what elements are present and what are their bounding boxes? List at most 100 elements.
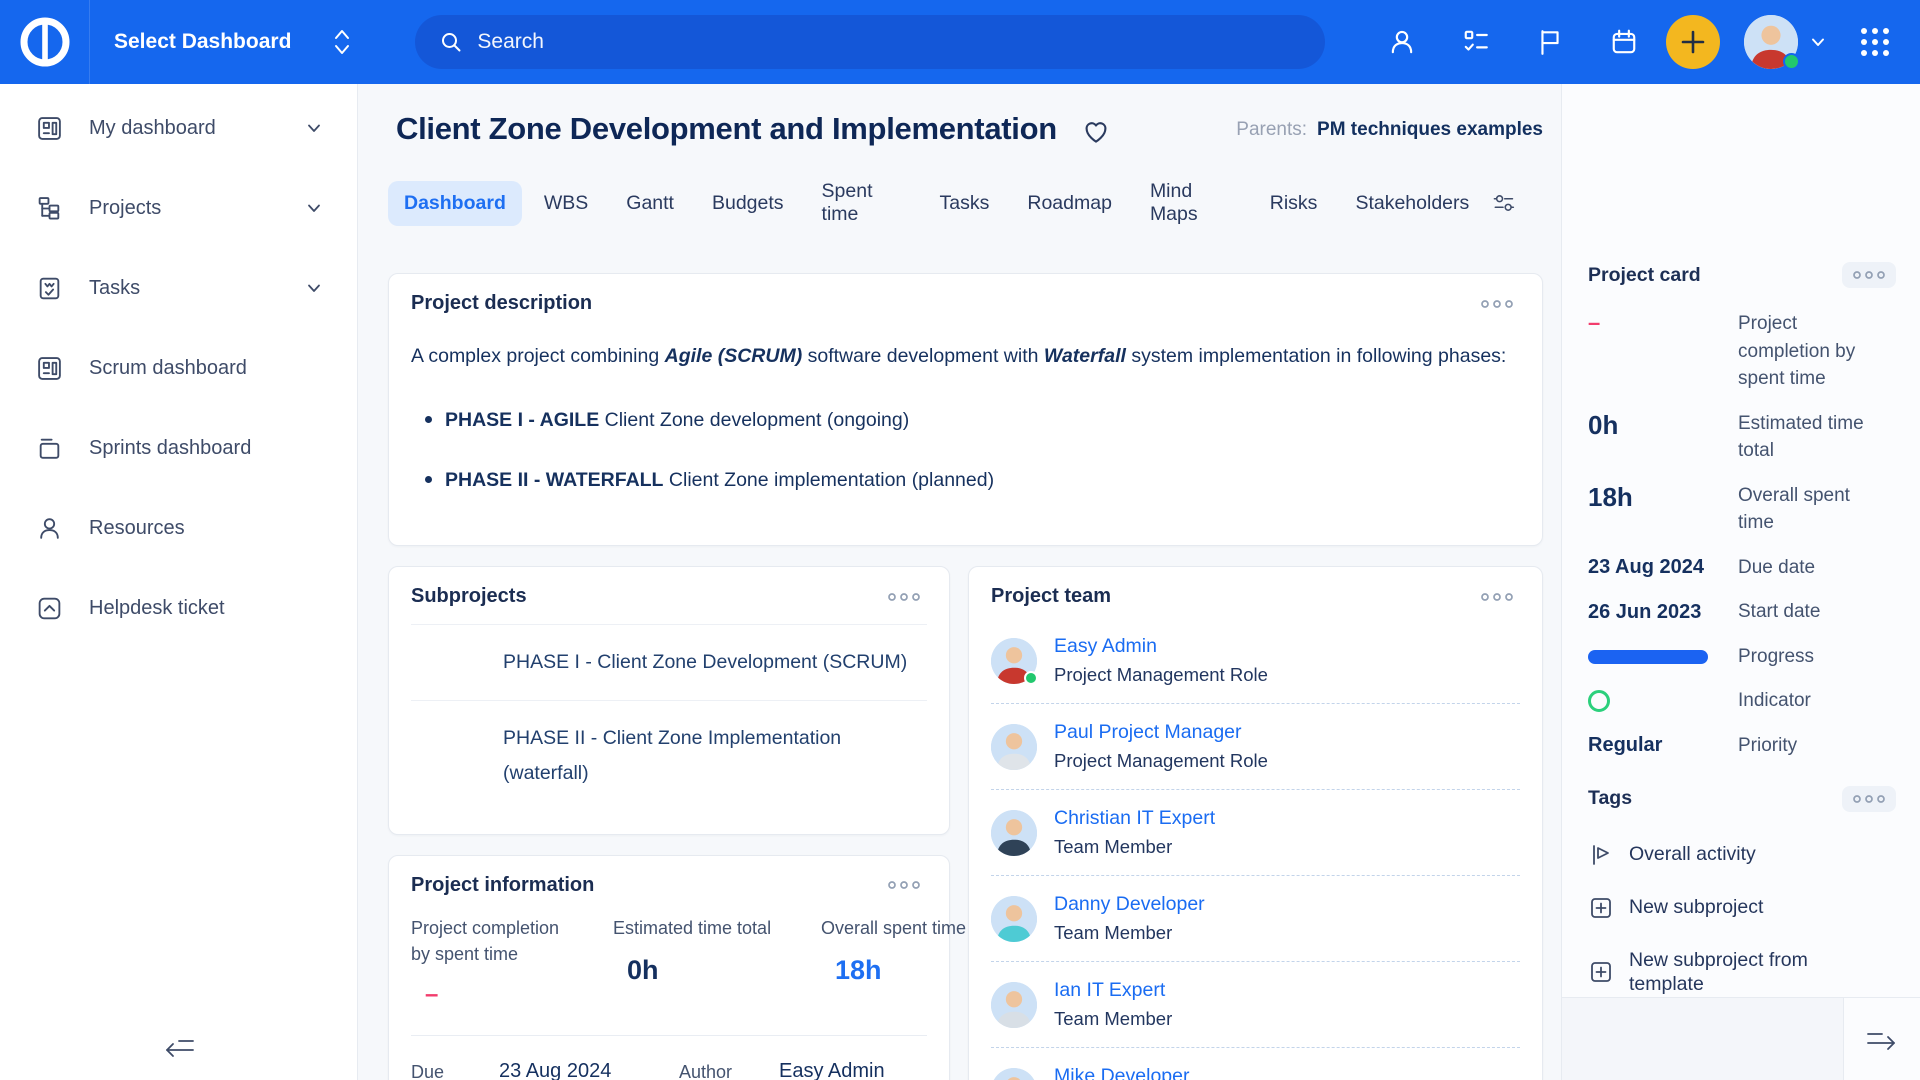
indicator-circle (1588, 690, 1610, 712)
projects-hierarchy-icon (36, 195, 63, 222)
row-label: Progress (1738, 643, 1870, 671)
dashboard-selector[interactable]: Select Dashboard (114, 27, 353, 57)
tasks-checklist-icon[interactable] (1462, 28, 1490, 56)
member-name-link[interactable]: Paul Project Manager (1054, 721, 1268, 744)
stat-label: Project completion by spent time (411, 915, 583, 967)
panel-footer (1562, 997, 1920, 1080)
team-member-row: Easy Admin Project Management Role (991, 618, 1520, 704)
priority-value: Regular (1588, 734, 1738, 757)
sidebar-item-sprints-dashboard[interactable]: Sprints dashboard (0, 408, 357, 488)
team-member-row: Mike Developer Team Member (991, 1048, 1520, 1080)
action-new-subproject-from-template[interactable]: New subproject from template (1588, 948, 1896, 997)
subproject-link[interactable]: PHASE II - Client Zone Implementation (w… (411, 700, 927, 811)
page-settings-sliders-icon[interactable] (1491, 188, 1517, 218)
tab-dashboard[interactable]: Dashboard (388, 181, 522, 226)
page-header: Client Zone Development and Implementati… (388, 111, 1543, 147)
current-user-avatar[interactable] (1744, 15, 1798, 69)
project-information-card: Project information Project completion b… (388, 855, 950, 1080)
tab-mind-maps[interactable]: Mind Maps (1134, 169, 1248, 237)
panel-menu-icon[interactable] (1842, 262, 1896, 288)
phase-item: PHASE II - WATERFALL Client Zone impleme… (411, 463, 1520, 497)
member-avatar[interactable] (991, 810, 1037, 856)
sidebar-item-tasks[interactable]: Tasks (0, 248, 357, 328)
chevron-down-icon[interactable] (305, 199, 323, 217)
search-placeholder: Search (477, 30, 544, 54)
parents-link[interactable]: PM techniques examples (1317, 119, 1543, 141)
app-logo[interactable] (0, 0, 90, 84)
parents-label: Parents: (1236, 119, 1307, 141)
card-menu-icon[interactable] (881, 874, 927, 896)
tab-roadmap[interactable]: Roadmap (1011, 181, 1128, 226)
stat-label: Overall spent time (821, 915, 979, 941)
member-avatar[interactable] (991, 1068, 1037, 1080)
sidebar-item-resources[interactable]: Resources (0, 488, 357, 568)
card-title: Subprojects (411, 585, 527, 608)
team-member-row: Ian IT Expert Team Member (991, 962, 1520, 1048)
team-list: Easy Admin Project Management Role Paul … (991, 618, 1520, 1080)
member-role: Team Member (1054, 836, 1215, 858)
tab-risks[interactable]: Risks (1254, 181, 1334, 226)
sidebar-item-label: Tasks (89, 277, 140, 300)
sidebar-item-helpdesk-ticket[interactable]: Helpdesk ticket (0, 568, 357, 648)
chevron-down-icon[interactable] (305, 119, 323, 137)
breadcrumb: Parents: PM techniques examples (1236, 119, 1543, 141)
panel-row-estimated: 0h Estimated time total (1588, 410, 1896, 465)
action-label: New subproject (1629, 895, 1763, 919)
panel-row-indicator: Indicator (1588, 687, 1896, 715)
action-new-subproject[interactable]: New subproject (1588, 895, 1896, 921)
topbar-icons (1388, 28, 1638, 56)
create-new-button[interactable] (1666, 15, 1720, 69)
tab-stakeholders[interactable]: Stakeholders (1339, 181, 1485, 226)
member-avatar[interactable] (991, 982, 1037, 1028)
tab-tasks[interactable]: Tasks (924, 181, 1006, 226)
sidebar-item-projects[interactable]: Projects (0, 168, 357, 248)
stat-value-completion: – (411, 981, 583, 1009)
team-member-row: Christian IT Expert Team Member (991, 790, 1520, 876)
row-label: Project completion by spent time (1738, 310, 1870, 393)
flag-icon[interactable] (1536, 28, 1564, 56)
dashboard-icon (36, 115, 63, 142)
sidebar-item-label: Helpdesk ticket (89, 597, 225, 620)
card-title: Project information (411, 874, 594, 897)
sidebar-item-scrum-dashboard[interactable]: Scrum dashboard (0, 328, 357, 408)
tags-menu-icon[interactable] (1842, 786, 1896, 812)
favorite-heart-icon[interactable] (1081, 116, 1111, 146)
card-menu-icon[interactable] (1474, 586, 1520, 608)
user-icon[interactable] (1388, 28, 1416, 56)
sidebar-item-label: Resources (89, 517, 185, 540)
member-name-link[interactable]: Mike Developer (1054, 1065, 1189, 1080)
member-name-link[interactable]: Danny Developer (1054, 893, 1205, 916)
member-avatar[interactable] (991, 896, 1037, 942)
online-status-dot (1024, 671, 1038, 685)
tab-spent-time[interactable]: Spent time (806, 169, 918, 237)
member-role: Team Member (1054, 1008, 1172, 1030)
calendar-icon[interactable] (1610, 28, 1638, 56)
subproject-link[interactable]: PHASE I - Client Zone Development (SCRUM… (411, 624, 927, 700)
search-input[interactable]: Search (415, 15, 1325, 69)
chevron-down-icon[interactable] (1808, 32, 1828, 52)
collapse-sidebar-icon[interactable] (161, 1032, 197, 1060)
member-avatar[interactable] (991, 724, 1037, 770)
panel-row-progress: Progress (1588, 643, 1896, 671)
plus-icon (1679, 28, 1707, 56)
tab-budgets[interactable]: Budgets (696, 181, 800, 226)
sidebar-item-my-dashboard[interactable]: My dashboard (0, 88, 357, 168)
tab-gantt[interactable]: Gantt (610, 181, 690, 226)
card-menu-icon[interactable] (1474, 293, 1520, 315)
progress-bar (1588, 650, 1708, 664)
easy-project-logo-icon (17, 14, 73, 70)
member-name-link[interactable]: Ian IT Expert (1054, 979, 1172, 1002)
online-status-dot (1783, 53, 1800, 70)
apps-grid-icon[interactable] (1856, 23, 1894, 61)
stat-value-spent: 18h (821, 955, 979, 986)
member-name-link[interactable]: Christian IT Expert (1054, 807, 1215, 830)
card-title: Project team (991, 585, 1111, 608)
member-name-link[interactable]: Easy Admin (1054, 635, 1268, 658)
card-menu-icon[interactable] (881, 586, 927, 608)
tab-wbs[interactable]: WBS (528, 181, 604, 226)
info-stats: Project completion by spent time – Estim… (411, 915, 927, 1009)
chevron-down-icon[interactable] (305, 279, 323, 297)
expand-panel-button[interactable] (1843, 998, 1920, 1080)
action-overall-activity[interactable]: Overall activity (1588, 842, 1896, 868)
sidebar-item-label: Sprints dashboard (89, 437, 251, 460)
